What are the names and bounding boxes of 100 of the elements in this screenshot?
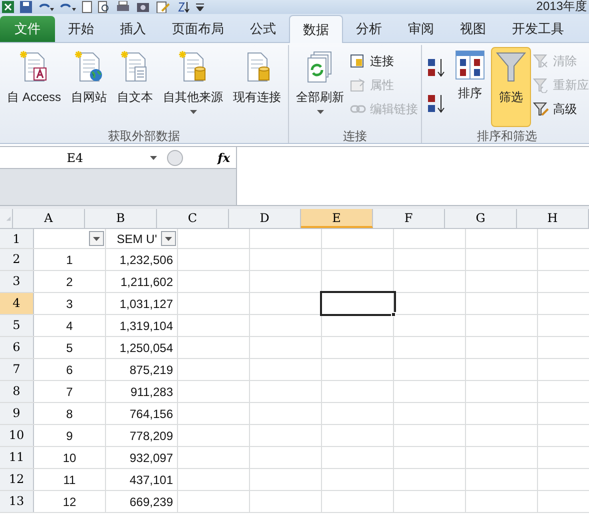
table-cell-text: 764,156 bbox=[130, 406, 173, 422]
ribbon-tab[interactable]: 页面布局 bbox=[159, 16, 237, 42]
splitter-handle-icon[interactable] bbox=[167, 150, 183, 166]
row-header[interactable]: 7 bbox=[0, 359, 34, 380]
column-header[interactable]: G bbox=[445, 209, 517, 228]
table-cell-text: 7 bbox=[66, 384, 73, 400]
row-header[interactable]: 11 bbox=[0, 447, 34, 468]
table-cell-text: 11 bbox=[63, 472, 76, 488]
table-cell-text: 932,097 bbox=[130, 450, 173, 466]
table-cell-text: 1,250,054 bbox=[120, 340, 173, 356]
table-cell-text: 5 bbox=[66, 340, 73, 356]
sort-icon[interactable] bbox=[176, 1, 190, 13]
ribbon-tab[interactable]: 分析 bbox=[343, 16, 395, 42]
table-cell-text: SEM U' bbox=[116, 230, 157, 248]
caret-icon bbox=[93, 236, 100, 240]
ribbon-tab[interactable]: 公式 bbox=[237, 16, 289, 42]
row-header[interactable]: 1 bbox=[0, 229, 34, 248]
ribbon-tab[interactable]: 开发工具 bbox=[499, 16, 577, 42]
name-box[interactable]: E4 bbox=[0, 148, 150, 166]
database-document-icon bbox=[178, 50, 208, 84]
ribbon-small-button[interactable]: 高级 bbox=[533, 97, 589, 121]
ribbon-button[interactable]: 现有连接 bbox=[229, 47, 286, 127]
new-document-icon[interactable] bbox=[82, 1, 92, 13]
ribbon-tab[interactable]: 审阅 bbox=[395, 16, 447, 42]
table-cell-text: 1,211,602 bbox=[120, 274, 173, 290]
table-cell-text: 6 bbox=[66, 362, 73, 378]
caret-icon bbox=[165, 236, 172, 240]
group-label: 获取外部数据 bbox=[107, 128, 181, 145]
fill-handle[interactable] bbox=[391, 312, 396, 317]
save-icon[interactable] bbox=[20, 1, 32, 13]
table-cell-text: 1,232,506 bbox=[120, 252, 173, 268]
table-cell-text: 437,101 bbox=[130, 472, 173, 488]
database-document-icon bbox=[19, 50, 49, 84]
caret-icon bbox=[150, 156, 157, 160]
row-header[interactable]: 6 bbox=[0, 337, 34, 358]
window-title: 2013年度 bbox=[536, 0, 587, 13]
row-header[interactable]: 9 bbox=[0, 403, 34, 424]
ribbon-button[interactable]: 全部刷新 bbox=[292, 47, 348, 127]
funnel-reapply-icon bbox=[533, 77, 550, 93]
table-cell-text: 2 bbox=[66, 274, 73, 290]
column-header[interactable]: C bbox=[157, 209, 229, 228]
table-cell-text: 1,031,127 bbox=[120, 296, 173, 312]
table-cell-text: 9 bbox=[66, 428, 73, 444]
column-header[interactable]: A bbox=[13, 209, 85, 228]
table-cell-text: 8 bbox=[66, 406, 73, 422]
group-label: 排序和筛选 bbox=[476, 128, 538, 145]
table-cell-text: 4 bbox=[66, 318, 73, 334]
ribbon-button[interactable]: 自 Access bbox=[3, 47, 66, 127]
column-header[interactable]: E bbox=[301, 209, 373, 228]
sort-grid-icon bbox=[455, 50, 486, 80]
filter-dropdown-button[interactable] bbox=[161, 231, 176, 246]
ribbon-button[interactable]: 自网站 bbox=[67, 47, 112, 127]
ribbon-tab[interactable]: 开始 bbox=[55, 16, 107, 42]
caret-icon bbox=[190, 110, 197, 114]
group-label: 连接 bbox=[342, 128, 368, 145]
column-header[interactable]: H bbox=[517, 209, 589, 228]
table-cell-text: 778,209 bbox=[130, 428, 173, 444]
row-header[interactable]: 13 bbox=[0, 491, 34, 512]
row-header[interactable]: 5 bbox=[0, 315, 34, 336]
print-preview-icon[interactable] bbox=[98, 1, 110, 13]
table-cell-text: 669,239 bbox=[130, 494, 173, 510]
file-tab[interactable]: 文件 bbox=[0, 16, 55, 42]
funnel-clear-icon bbox=[533, 53, 550, 69]
properties-icon bbox=[350, 77, 366, 93]
row-header[interactable]: 12 bbox=[0, 469, 34, 490]
printer-icon[interactable] bbox=[116, 1, 130, 13]
row-header[interactable]: 8 bbox=[0, 381, 34, 402]
table-cell-text: 3 bbox=[66, 296, 73, 312]
row-header[interactable]: 2 bbox=[0, 249, 34, 270]
table-cell-text: 12 bbox=[62, 494, 76, 510]
column-header[interactable]: F bbox=[373, 209, 445, 228]
connection-icon bbox=[350, 53, 366, 69]
sort-descending-icon[interactable] bbox=[427, 93, 448, 115]
ribbon-button[interactable]: 自其他来源 bbox=[159, 47, 228, 127]
row-header[interactable]: 3 bbox=[0, 271, 34, 292]
ribbon-button[interactable]: 自文本 bbox=[113, 47, 158, 127]
customize-caret-icon[interactable] bbox=[196, 3, 204, 11]
row-header[interactable]: 10 bbox=[0, 425, 34, 446]
redo-icon[interactable] bbox=[60, 2, 76, 12]
table-cell-text: 10 bbox=[62, 450, 76, 466]
filter-dropdown-button[interactable] bbox=[89, 231, 104, 246]
undo-icon[interactable] bbox=[38, 2, 54, 12]
funnel-pencil-icon bbox=[533, 101, 550, 117]
insert-function-button[interactable]: fx bbox=[218, 148, 230, 166]
ribbon-button[interactable]: 排序 bbox=[451, 47, 490, 127]
globe-document-icon bbox=[74, 50, 104, 84]
sort-ascending-icon[interactable] bbox=[427, 57, 448, 79]
ribbon-button[interactable]: 筛选 bbox=[491, 47, 532, 127]
funnel-icon bbox=[495, 50, 528, 84]
row-header[interactable]: 4 bbox=[0, 293, 34, 314]
camera-icon[interactable] bbox=[136, 1, 150, 13]
ribbon-tab[interactable]: 视图 bbox=[447, 16, 499, 42]
caret-icon bbox=[316, 110, 324, 114]
document-pencil-icon[interactable] bbox=[156, 1, 170, 13]
ribbon-small-button[interactable]: 连接 bbox=[350, 49, 418, 73]
ribbon-tab[interactable]: 数据 bbox=[289, 15, 343, 43]
active-cell[interactable] bbox=[322, 293, 394, 314]
spreadsheet-logo-icon[interactable] bbox=[2, 1, 14, 13]
column-header[interactable]: B bbox=[85, 209, 157, 228]
ribbon-tab[interactable]: 插入 bbox=[107, 16, 159, 42]
